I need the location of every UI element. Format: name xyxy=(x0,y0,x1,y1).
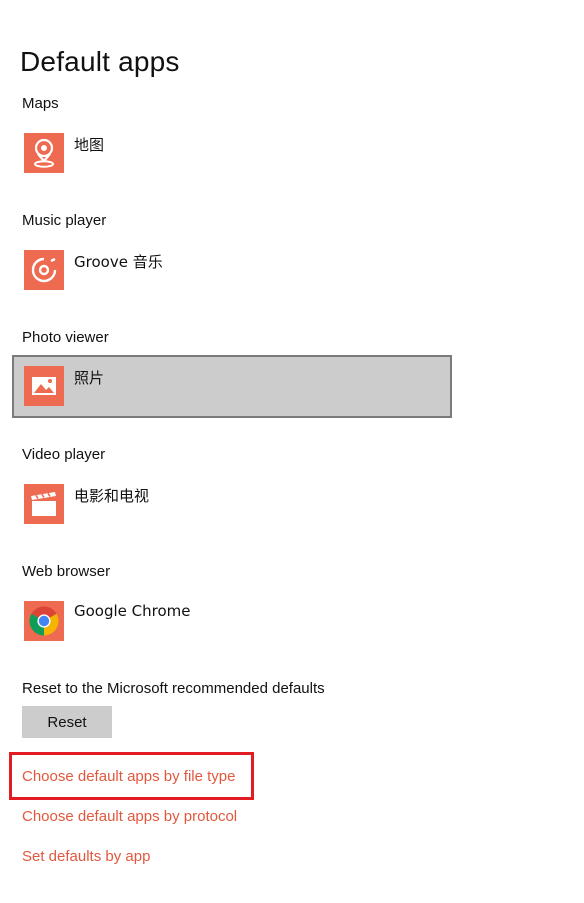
video-player-app-tile[interactable]: 电影和电视 xyxy=(12,473,452,536)
web-browser-app-tile[interactable]: Google Chrome xyxy=(12,590,452,653)
photo-viewer-app-tile[interactable]: 照片 xyxy=(12,355,452,418)
music-player-app-tile[interactable]: Groove 音乐 xyxy=(12,239,452,302)
photo-viewer-app-name: 照片 xyxy=(74,369,105,387)
default-apps-page: Default apps Maps 地图 Music player Groove… xyxy=(0,0,584,903)
photo-viewer-label: Photo viewer xyxy=(22,329,109,346)
groove-music-icon xyxy=(24,250,64,290)
map-pin-icon xyxy=(24,133,64,173)
choose-by-protocol-link[interactable]: Choose default apps by protocol xyxy=(22,808,237,825)
web-browser-label: Web browser xyxy=(22,563,111,580)
reset-label: Reset to the Microsoft recommended defau… xyxy=(22,680,325,697)
music-player-app-name: Groove 音乐 xyxy=(74,253,163,271)
maps-app-name: 地图 xyxy=(74,136,105,154)
set-defaults-by-app-link[interactable]: Set defaults by app xyxy=(22,848,150,865)
page-title: Default apps xyxy=(20,46,180,77)
choose-by-file-type-link[interactable]: Choose default apps by file type xyxy=(22,768,235,785)
photos-icon xyxy=(24,366,64,406)
maps-app-tile[interactable]: 地图 xyxy=(12,122,452,185)
music-player-label: Music player xyxy=(22,212,107,229)
chrome-icon xyxy=(24,601,64,641)
web-browser-app-name: Google Chrome xyxy=(74,602,191,620)
maps-label: Maps xyxy=(22,95,59,112)
reset-button[interactable]: Reset xyxy=(22,706,112,738)
clapperboard-icon xyxy=(24,484,64,524)
video-player-app-name: 电影和电视 xyxy=(74,487,150,505)
video-player-label: Video player xyxy=(22,446,106,463)
